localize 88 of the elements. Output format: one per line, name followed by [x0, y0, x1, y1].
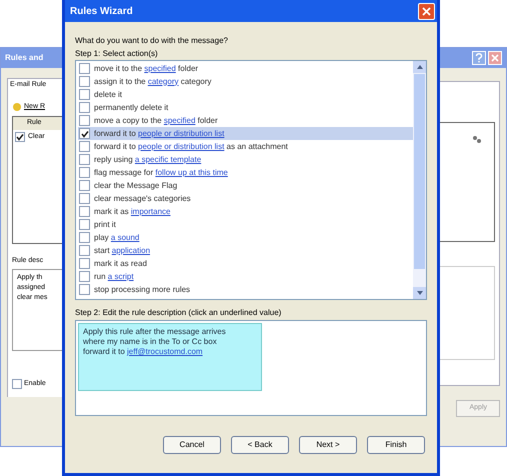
- action-text: play a sound: [94, 232, 140, 244]
- action-text: permanently delete it: [94, 102, 168, 114]
- action-row[interactable]: permanently delete it: [78, 101, 413, 114]
- dialog-button[interactable]: Next >: [299, 436, 357, 454]
- question-text: What do you want to do with the message?: [75, 36, 229, 46]
- scroll-up-icon[interactable]: [413, 61, 426, 73]
- checkbox[interactable]: [79, 89, 90, 100]
- scroll-thumb[interactable]: [414, 74, 425, 269]
- checkbox[interactable]: [79, 284, 90, 295]
- value-link[interactable]: a script: [108, 272, 134, 280]
- action-text: flag message for follow up at this time: [94, 166, 228, 178]
- value-link[interactable]: category: [148, 76, 178, 86]
- action-text: stop processing more rules: [94, 284, 190, 296]
- action-text: clear message's categories: [94, 192, 191, 204]
- action-text: reply using a specific template: [94, 154, 202, 166]
- action-text: forward it to people or distribution list: [94, 128, 224, 140]
- checkbox[interactable]: [79, 63, 90, 74]
- action-row[interactable]: move it to the specified folder: [78, 62, 413, 75]
- scroll-down-icon[interactable]: [413, 287, 426, 299]
- action-row[interactable]: play a sound: [78, 231, 413, 244]
- action-text: move it to the specified folder: [94, 62, 198, 74]
- action-text: mark it as read: [94, 258, 147, 270]
- checkbox[interactable]: [79, 219, 90, 230]
- value-link[interactable]: follow up at this time: [155, 168, 228, 176]
- action-row[interactable]: move a copy to the specified folder: [78, 114, 413, 127]
- check-icon: [80, 130, 88, 138]
- action-text: forward it to jeff@trocustomd.com: [83, 347, 204, 357]
- action-row[interactable]: run a script: [78, 270, 413, 283]
- action-row[interactable]: mark it as importance: [78, 205, 413, 218]
- action-row[interactable]: delete it: [78, 88, 413, 101]
- action-row[interactable]: assign it to the category category: [78, 75, 413, 88]
- value-link[interactable]: people or distribution list: [138, 128, 224, 138]
- checkbox[interactable]: [79, 167, 90, 178]
- action-text: Apply this rule after the message arrives: [83, 327, 227, 337]
- action-row[interactable]: start application: [78, 244, 413, 257]
- dialog-button[interactable]: < Back: [231, 436, 289, 454]
- action-text: clear the Message Flag: [94, 180, 178, 192]
- action-text: assign it to the category category: [94, 76, 212, 88]
- scrollbar[interactable]: [413, 61, 426, 299]
- checkbox[interactable]: [15, 132, 25, 142]
- checkbox[interactable]: [79, 115, 90, 126]
- value-link[interactable]: specified: [144, 64, 176, 72]
- dialog-button[interactable]: Finish: [367, 436, 425, 454]
- action-text: run a script: [94, 270, 134, 282]
- checkbox[interactable]: [79, 206, 90, 217]
- close-icon[interactable]: [418, 2, 435, 20]
- value-link[interactable]: specified: [164, 116, 196, 124]
- value-link[interactable]: a specific template: [134, 154, 202, 164]
- action-text: where my name is in the To or Cc box: [83, 337, 218, 347]
- checkbox[interactable]: [79, 76, 90, 87]
- help-icon[interactable]: [472, 51, 486, 65]
- action-row[interactable]: print it: [78, 218, 413, 231]
- action-row[interactable]: mark it as read: [78, 257, 413, 270]
- action-text: mark it as importance: [94, 206, 170, 218]
- action-row[interactable]: forward it to people or distribution list as an attachment: [78, 140, 413, 153]
- action-row[interactable]: forward it to people or distribution list: [78, 127, 413, 140]
- value-link[interactable]: a sound: [110, 232, 140, 242]
- checkbox[interactable]: [79, 128, 90, 139]
- checkbox[interactable]: [12, 378, 22, 389]
- window-title: Rules and: [5, 52, 44, 64]
- checkbox[interactable]: [79, 154, 90, 165]
- action-row[interactable]: clear message's categories: [78, 192, 413, 205]
- checkbox[interactable]: [79, 258, 90, 269]
- value-link[interactable]: jeff@trocustomd.com: [127, 347, 203, 356]
- dialog-button[interactable]: Cancel: [163, 436, 221, 454]
- check-icon: [16, 132, 24, 141]
- action-row[interactable]: flag message for follow up at this time: [78, 166, 413, 179]
- checkbox[interactable]: [79, 193, 90, 204]
- action-text: start application: [94, 244, 150, 256]
- step-label: Step 1: Select action(s): [75, 49, 159, 59]
- action-row[interactable]: stop processing more rules: [78, 283, 413, 296]
- action-text: move a copy to the specified folder: [94, 114, 218, 126]
- value-link[interactable]: importance: [130, 206, 170, 216]
- checkbox[interactable]: [79, 245, 90, 256]
- checkbox[interactable]: [79, 102, 90, 113]
- step-label: Step 2: Edit the rule description (click an underlined value): [75, 308, 282, 318]
- action-row[interactable]: clear the Message Flag: [78, 179, 413, 192]
- action-text: print it: [94, 218, 116, 230]
- window-title: Rules Wizard: [70, 4, 133, 18]
- value-link[interactable]: application: [112, 246, 150, 254]
- action-row[interactable]: reply using a specific template: [78, 153, 413, 166]
- action-text: forward it to people or distribution list as an attachment: [94, 140, 288, 152]
- checkbox[interactable]: [79, 141, 90, 152]
- checkbox[interactable]: [79, 271, 90, 282]
- value-link[interactable]: people or distribution list: [138, 142, 224, 150]
- checkbox[interactable]: [79, 180, 90, 191]
- action-text: delete it: [94, 88, 122, 100]
- checkbox[interactable]: [79, 232, 90, 243]
